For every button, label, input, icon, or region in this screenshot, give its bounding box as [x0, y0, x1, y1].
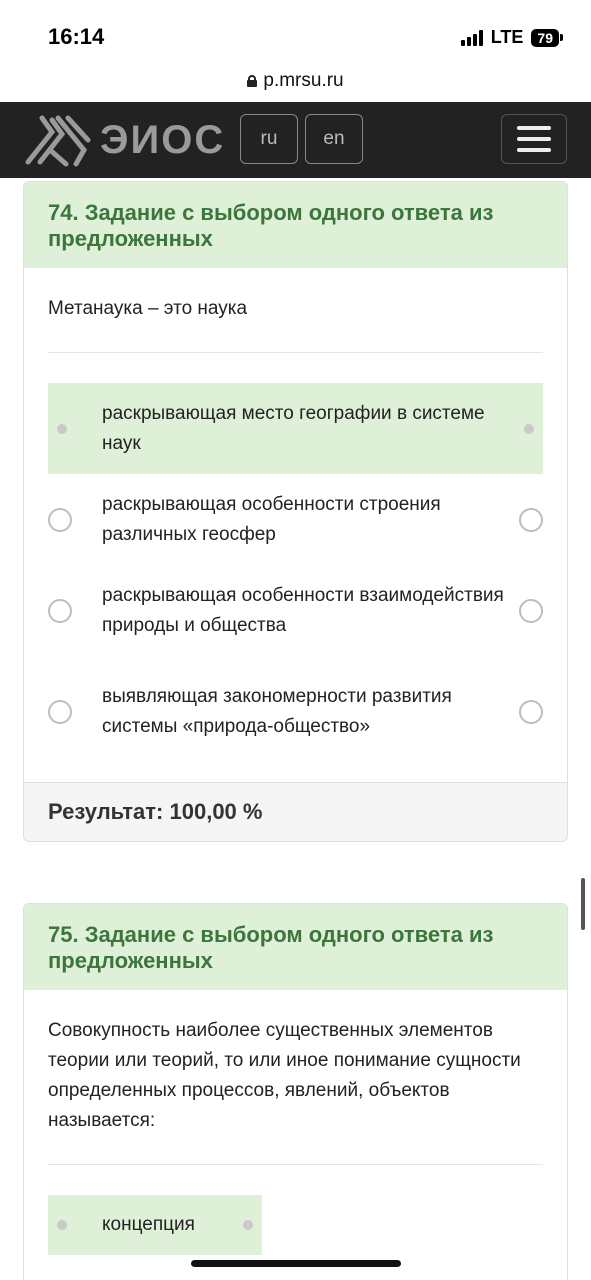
answer-option[interactable]: концепция	[48, 1195, 262, 1255]
radio-selected-icon[interactable]	[236, 1213, 260, 1237]
result-label: Результат:	[48, 799, 164, 824]
answer-option[interactable]: раскрывающая место географии в системе н…	[48, 383, 543, 474]
status-bar: 16:14 LTE 79	[0, 0, 591, 66]
question-title: 74. Задание с выбором одного ответа из п…	[24, 182, 567, 268]
question-title: 75. Задание с выбором одного ответа из п…	[24, 904, 567, 990]
answer-text: раскрывающая место географии в системе н…	[102, 402, 485, 454]
network-label: LTE	[490, 27, 524, 47]
hamburger-icon	[517, 126, 551, 130]
answer-text: раскрывающая особенности взаимодействия …	[102, 584, 504, 636]
home-indicator[interactable]	[191, 1260, 401, 1267]
answer-text: концепция	[102, 1214, 195, 1235]
hamburger-menu-button[interactable]	[501, 114, 567, 164]
logo-icon[interactable]	[22, 110, 94, 170]
status-indicators: LTE 79	[460, 27, 563, 48]
result-value: 100,00 %	[169, 799, 263, 824]
question-panel-75: 75. Задание с выбором одного ответа из п…	[23, 903, 568, 1280]
result-footer: Результат: 100,00 %	[24, 782, 567, 841]
scrollbar[interactable]	[581, 878, 585, 930]
answer-list: концепция	[24, 1165, 567, 1269]
answer-text: раскрывающая особенности строения различ…	[102, 493, 441, 545]
brand-name[interactable]: ЭИОС	[100, 118, 225, 163]
answer-option[interactable]: раскрывающая особенности взаимодействия …	[48, 565, 543, 656]
answer-option[interactable]: выявляющая закономерности развития систе…	[48, 656, 543, 768]
answer-option[interactable]: раскрывающая особенности строения различ…	[48, 474, 543, 565]
battery-icon: 79	[531, 28, 563, 47]
radio-icon[interactable]	[48, 507, 72, 532]
radio-icon[interactable]	[48, 700, 72, 724]
radio-selected-icon[interactable]	[517, 417, 541, 441]
radio-icon[interactable]	[48, 598, 72, 623]
signal-icon	[460, 29, 483, 46]
lock-icon	[247, 75, 258, 87]
radio-icon[interactable]	[519, 507, 543, 532]
answer-list: раскрывающая место географии в системе н…	[24, 353, 567, 782]
question-text: Совокупность наиболее существенных элеме…	[48, 1020, 521, 1131]
url-text: p.mrsu.ru	[263, 70, 344, 91]
answer-text: выявляющая закономерности развития систе…	[102, 686, 452, 737]
address-bar[interactable]: p.mrsu.ru	[0, 66, 591, 102]
radio-icon[interactable]	[519, 598, 543, 623]
radio-icon[interactable]	[519, 700, 543, 724]
question-text: Метанаука – это наука	[48, 298, 248, 319]
radio-selected-icon[interactable]	[50, 417, 74, 441]
lang-ru-button[interactable]: ru	[240, 114, 298, 164]
radio-selected-icon[interactable]	[50, 1213, 74, 1237]
site-navbar: ЭИОС ru en	[0, 102, 591, 178]
battery-level: 79	[531, 28, 559, 47]
question-panel-74: 74. Задание с выбором одного ответа из п…	[23, 181, 568, 842]
lang-en-button[interactable]: en	[305, 114, 363, 164]
status-time: 16:14	[48, 24, 105, 49]
